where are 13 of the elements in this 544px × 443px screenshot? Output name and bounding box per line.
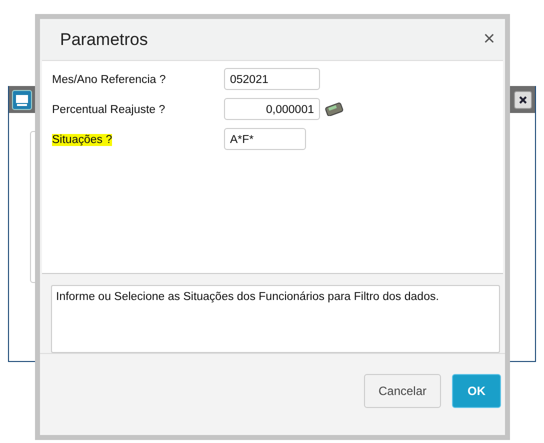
field-label: Situações ? xyxy=(52,134,112,146)
monitor-icon[interactable] xyxy=(12,90,32,110)
field-label: Mes/Ano Referencia ? xyxy=(52,74,166,86)
cancel-button[interactable]: Cancelar xyxy=(364,374,441,408)
field-label: Percentual Reajuste ? xyxy=(52,104,166,116)
input-field[interactable]: 0,000001 xyxy=(224,98,320,120)
dialog-title: Parametros xyxy=(60,30,148,50)
input-field[interactable]: A*F* xyxy=(224,128,306,150)
close-button[interactable]: × xyxy=(483,28,495,51)
close-icon[interactable] xyxy=(514,90,532,108)
calculator-icon[interactable] xyxy=(324,102,344,116)
help-text: Informe ou Selecione as Situações dos Funcionários para Filtro dos dados. xyxy=(56,291,439,303)
input-field[interactable]: 052021 xyxy=(224,68,320,90)
